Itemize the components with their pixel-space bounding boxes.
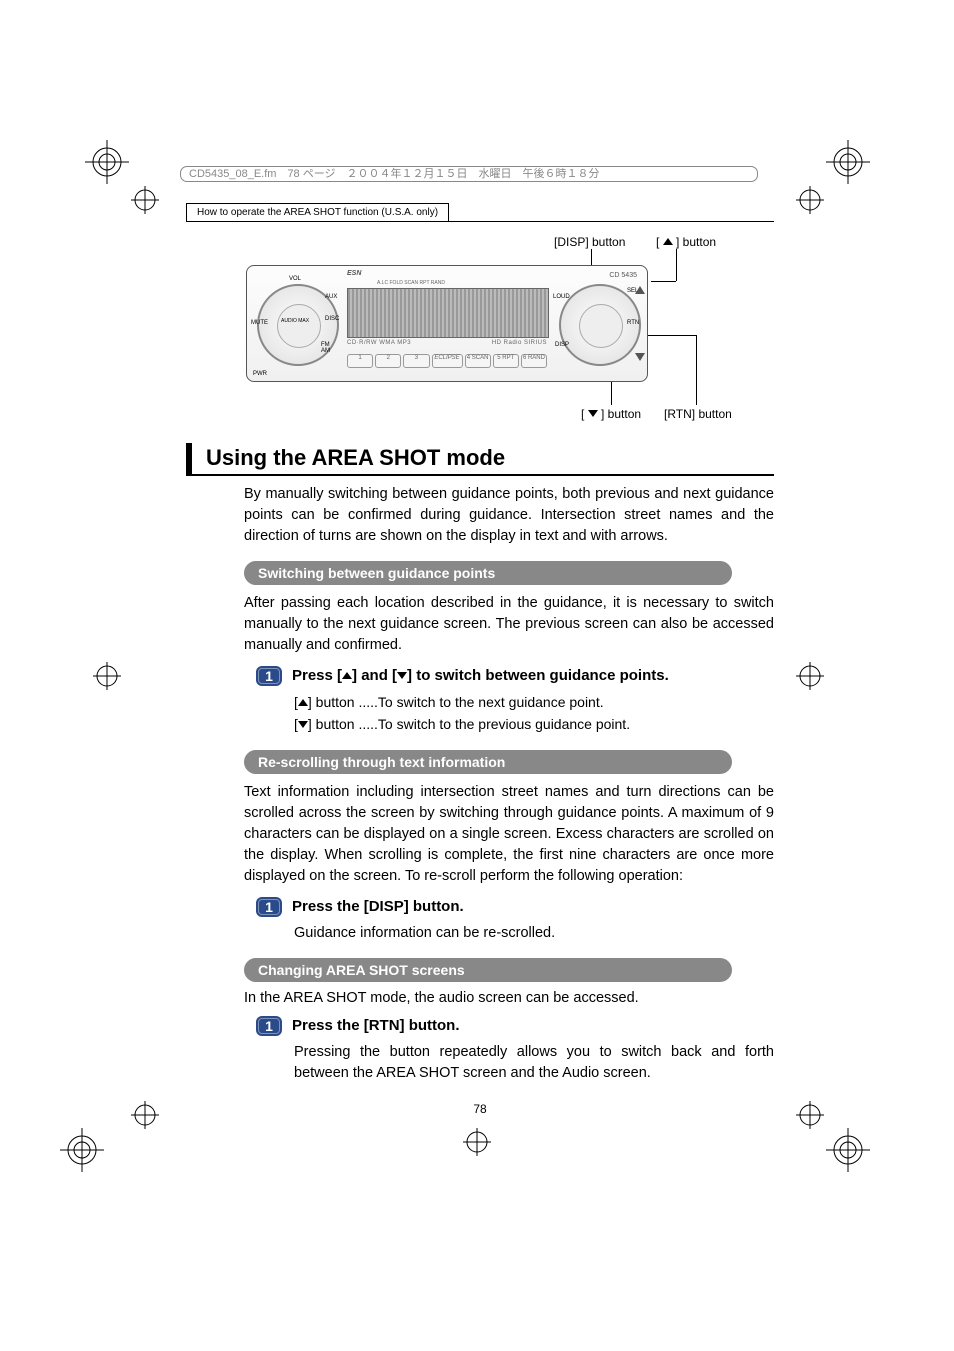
sec1-step-1: 1 Press [ ] and [ ] to switch between guid… bbox=[256, 666, 774, 686]
panel-up-icon bbox=[635, 286, 645, 294]
subhead-rescroll: Re-scrolling through text information bbox=[244, 750, 732, 774]
caret-up-icon bbox=[663, 238, 673, 245]
step-badge-1c: 1 bbox=[256, 1016, 282, 1036]
sec1-step-text: Press [ ] and [ ] to switch between guidan… bbox=[292, 666, 669, 686]
caret-down-icon bbox=[397, 672, 407, 679]
sec3-step-text: Press the [RTN] button. bbox=[292, 1016, 460, 1036]
callout-disp: [DISP] button bbox=[554, 235, 625, 249]
disp-label: DISP bbox=[555, 342, 569, 348]
frag: ] button .....To switch to the next guid… bbox=[308, 694, 604, 710]
sec2-followup: Guidance information can be re-scrolled. bbox=[294, 923, 774, 944]
intro-paragraph: By manually switching between guidance p… bbox=[244, 484, 774, 547]
caret-up-icon bbox=[342, 672, 352, 679]
audiomax-label: AUDIO MAX bbox=[281, 318, 309, 324]
frag: ] button .....To switch to the previous … bbox=[308, 716, 630, 732]
subhead-changing: Changing AREA SHOT screens bbox=[244, 958, 732, 982]
tiny-top: A.LC FOLD SCAN RPT RAND bbox=[377, 280, 445, 286]
caret-down-icon bbox=[588, 410, 598, 417]
preset-3: 3 bbox=[403, 354, 429, 368]
vol-label: VOL bbox=[289, 276, 301, 282]
preset-5: 5 RPT bbox=[493, 354, 519, 368]
preset-6: 6 RAND bbox=[521, 354, 547, 368]
device-figure: [DISP] button [ ] button [ ] button [RTN… bbox=[186, 235, 774, 425]
preset-2: 2 bbox=[375, 354, 401, 368]
sec3-followup: Pressing the button repeatedly allows yo… bbox=[294, 1042, 774, 1084]
sec3-intro: In the AREA SHOT mode, the audio screen … bbox=[244, 990, 774, 1006]
mute-label: MUTE bbox=[251, 320, 268, 326]
fmam-label: FM AM bbox=[321, 342, 330, 354]
panel-down-icon bbox=[635, 353, 645, 361]
callout-up: [ ] button bbox=[656, 235, 716, 249]
frag-b: ] and [ bbox=[352, 667, 397, 684]
device-display bbox=[347, 288, 549, 338]
eclipse-logo: ECLIPSE bbox=[432, 354, 463, 368]
frag-c: ] to switch between guidance points. bbox=[407, 667, 669, 684]
sec1-sublines: [] button .....To switch to the next gui… bbox=[294, 692, 774, 735]
codec-text: CD·R/RW WMA MP3 bbox=[347, 340, 411, 346]
subhead-switching: Switching between guidance points bbox=[244, 561, 732, 585]
page-title: Using the AREA SHOT mode bbox=[186, 443, 774, 476]
caret-down-icon bbox=[298, 721, 308, 728]
callout-down: [ ] button bbox=[581, 407, 641, 421]
page-number: 78 bbox=[186, 1102, 774, 1116]
pwr-label: PWR bbox=[253, 371, 267, 377]
rtn-label: RTN bbox=[627, 320, 639, 326]
preset-4: 4 SCAN bbox=[465, 354, 491, 368]
chapter-rule bbox=[186, 221, 774, 222]
callout-rtn: [RTN] button bbox=[664, 407, 732, 421]
sec2-step-text: Press the [DISP] button. bbox=[292, 897, 464, 917]
disc-label: DISC bbox=[325, 316, 339, 322]
left-dial: VOL MUTE AUX DISC FM AM AUDIO MAX bbox=[257, 284, 339, 366]
sec2-step-1: 1 Press the [DISP] button. bbox=[256, 897, 774, 917]
preset-1: 1 bbox=[347, 354, 373, 368]
sec1-paragraph: After passing each location described in… bbox=[244, 593, 774, 656]
radio-text: HD Radio SIRIUS bbox=[492, 340, 547, 346]
aux-label: AUX bbox=[325, 294, 337, 300]
device-illustration: ESN CD 5435 VOL MUTE AUX DISC FM AM AUDI… bbox=[246, 265, 648, 382]
right-dial: SEL RTN LOUD DISP bbox=[559, 284, 641, 366]
step-badge-1a: 1 bbox=[256, 666, 282, 686]
model-number: CD 5435 bbox=[609, 272, 637, 279]
preset-row: 1 2 3 ECLIPSE 4 SCAN 5 RPT 6 RAND bbox=[347, 354, 547, 368]
caret-up-icon bbox=[298, 699, 308, 706]
frag-a: Press [ bbox=[292, 667, 342, 684]
file-meta-header: CD5435_08_E.fm 78 ページ ２００４年１２月１５日 水曜日 午後… bbox=[180, 166, 758, 182]
sec3-step-1: 1 Press the [RTN] button. bbox=[256, 1016, 774, 1036]
line-up: [] button .....To switch to the next gui… bbox=[294, 692, 774, 714]
line-down: [] button .....To switch to the previous… bbox=[294, 714, 774, 736]
loud-label: LOUD bbox=[553, 294, 570, 300]
step-badge-1b: 1 bbox=[256, 897, 282, 917]
sec2-paragraph: Text information including intersection … bbox=[244, 782, 774, 887]
chapter-label: How to operate the AREA SHOT function (U… bbox=[186, 203, 449, 222]
esn-text: ESN bbox=[347, 270, 361, 277]
